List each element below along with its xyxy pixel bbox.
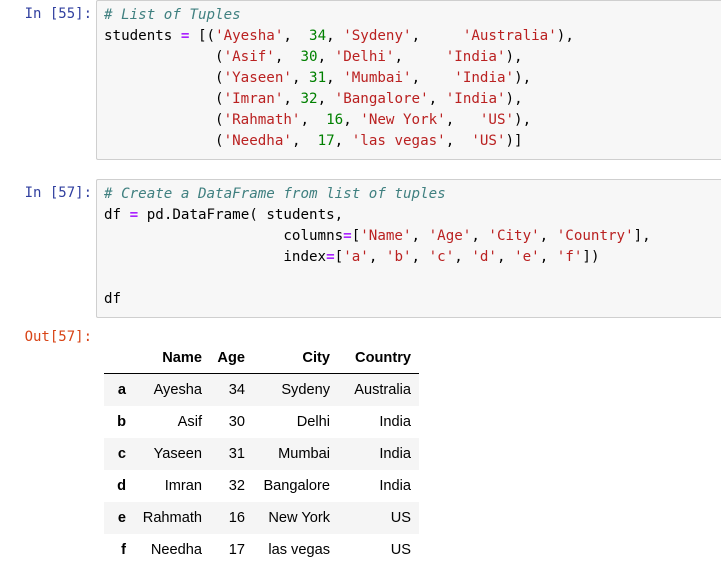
code-comment: # Create a DataFrame from list of tuples (104, 186, 446, 202)
table-cell-name: Yaseen (153, 446, 202, 462)
column-header-name: Name (132, 342, 202, 374)
dataframe-table: Name Age City Country a Ayesha 34 Sydeny Aus… (104, 342, 419, 566)
table-row: f Needha 17 las vegas US (104, 534, 419, 566)
column-header-city: City (245, 342, 330, 374)
table-cell-city: las vegas (268, 542, 330, 558)
table-cell-name: Imran (164, 478, 202, 494)
table-cell-country: US (390, 510, 411, 526)
table-cell-city: New York (268, 510, 330, 526)
code-editor[interactable]: # Create a DataFrame from list of tuples… (97, 180, 721, 310)
code-line-tuple: ('Yaseen', 31, 'Mumbai', 'India'), (104, 70, 532, 86)
table-header-row: Name Age City Country (104, 342, 419, 374)
table-row: c Yaseen 31 Mumbai India (104, 438, 419, 470)
index-header (104, 342, 132, 374)
table-cell-age: 32 (228, 478, 245, 494)
table-row: b Asif 30 Delhi India (104, 406, 419, 438)
table-cell-country: India (379, 414, 411, 430)
code-line-assign: students = [('Ayesha', 34, 'Sydeny', 'Au… (104, 28, 574, 44)
table-cell-city: Sydeny (281, 382, 330, 398)
table-cell-country: US (390, 542, 411, 558)
table-cell-city: Delhi (296, 414, 330, 430)
code-line-tuple: ('Imran', 32, 'Bangalore', 'India'), (104, 91, 523, 107)
dataframe-output: Name Age City Country a Ayesha 34 Sydeny Aus… (104, 342, 419, 566)
row-index-label: d (117, 478, 126, 494)
table-cell-country: Australia (354, 382, 411, 398)
code-line-tuple: ('Asif', 30, 'Delhi', 'India'), (104, 49, 523, 65)
row-index-label: b (117, 414, 126, 430)
table-cell-name: Ayesha (153, 382, 202, 398)
code-line-df: df (104, 291, 122, 307)
row-index-label: c (117, 446, 126, 462)
row-index-label: a (117, 382, 126, 398)
table-cell-name: Asif (177, 414, 202, 430)
table-row: d Imran 32 Bangalore India (104, 470, 419, 502)
table-cell-city: Bangalore (263, 478, 330, 494)
output-prompt-57: Out[57]: (24, 329, 92, 345)
table-cell-city: Mumbai (278, 446, 330, 462)
table-cell-country: India (379, 446, 411, 462)
column-header-age: Age (202, 342, 245, 374)
code-line-index: index=['a', 'b', 'c', 'd', 'e', 'f']) (283, 249, 600, 265)
table-cell-name: Rahmath (142, 510, 202, 526)
input-prompt-55: In [55]: (24, 6, 92, 22)
table-row: a Ayesha 34 Sydeny Australia (104, 373, 419, 406)
code-line-tuple: ('Needha', 17, 'las vegas', 'US')] (104, 133, 523, 149)
table-cell-name: Needha (150, 542, 202, 558)
table-cell-age: 17 (228, 542, 245, 558)
row-index-label: e (117, 510, 126, 526)
code-line-tuple: ('Rahmath', 16, 'New York', 'US'), (104, 112, 532, 128)
table-row: e Rahmath 16 New York US (104, 502, 419, 534)
input-prompt-57: In [57]: (24, 185, 92, 201)
table-cell-age: 31 (228, 446, 245, 462)
code-line-columns: columns=['Name', 'Age', 'City', 'Country… (283, 228, 651, 244)
table-cell-age: 30 (228, 414, 245, 430)
table-cell-country: India (379, 478, 411, 494)
code-editor[interactable]: # List of Tuples students = [('Ayesha', … (97, 1, 721, 152)
column-header-country: Country (330, 342, 419, 374)
code-cell-55[interactable]: # List of Tuples students = [('Ayesha', … (96, 0, 721, 160)
code-cell-57[interactable]: # Create a DataFrame from list of tuples… (96, 179, 721, 318)
code-line-dataframe: df = pd.DataFrame( students, (104, 207, 344, 223)
table-cell-age: 34 (228, 382, 245, 398)
table-cell-age: 16 (228, 510, 245, 526)
code-comment: # List of Tuples (104, 7, 241, 23)
row-index-label: f (121, 542, 126, 558)
